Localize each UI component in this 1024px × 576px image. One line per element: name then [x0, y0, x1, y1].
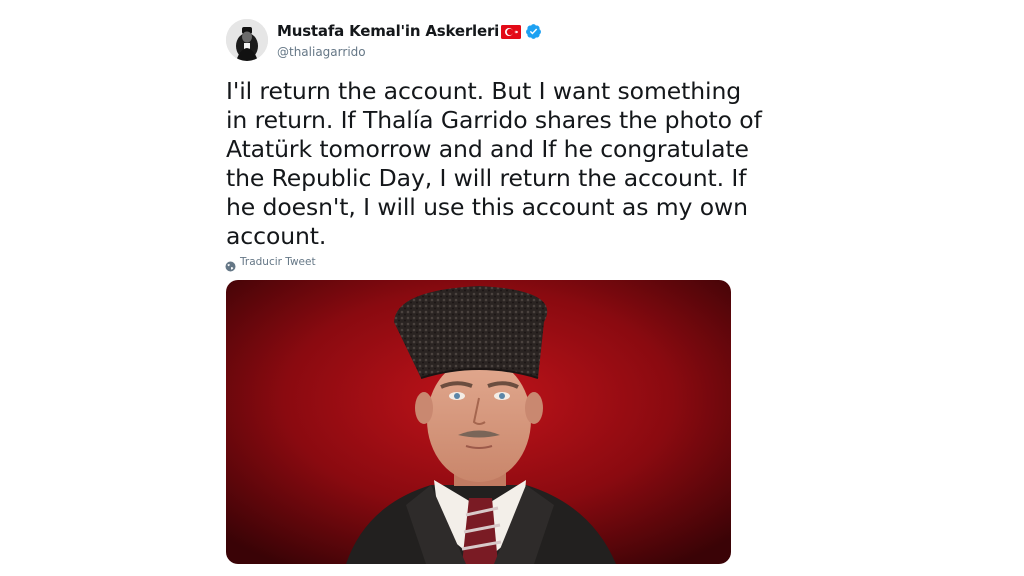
- user-avatar[interactable]: [226, 19, 268, 61]
- user-handle[interactable]: @thaliagarrido: [277, 45, 366, 59]
- display-name[interactable]: Mustafa Kemal'in Askerleri: [277, 22, 499, 40]
- tweet-card: Mustafa Kemal'in Askerleri @thaliagarrid…: [0, 0, 1024, 576]
- globe-icon: [225, 257, 236, 271]
- turkey-flag-icon: [501, 24, 522, 39]
- tweet-text: I'il return the account. But I want some…: [226, 77, 762, 250]
- name-row: Mustafa Kemal'in Askerleri: [277, 21, 542, 41]
- translate-label: Traducir Tweet: [240, 256, 316, 268]
- translate-tweet-link[interactable]: Traducir Tweet: [225, 256, 316, 271]
- verified-badge-icon: [525, 23, 542, 40]
- tweet-media-photo[interactable]: [226, 280, 731, 564]
